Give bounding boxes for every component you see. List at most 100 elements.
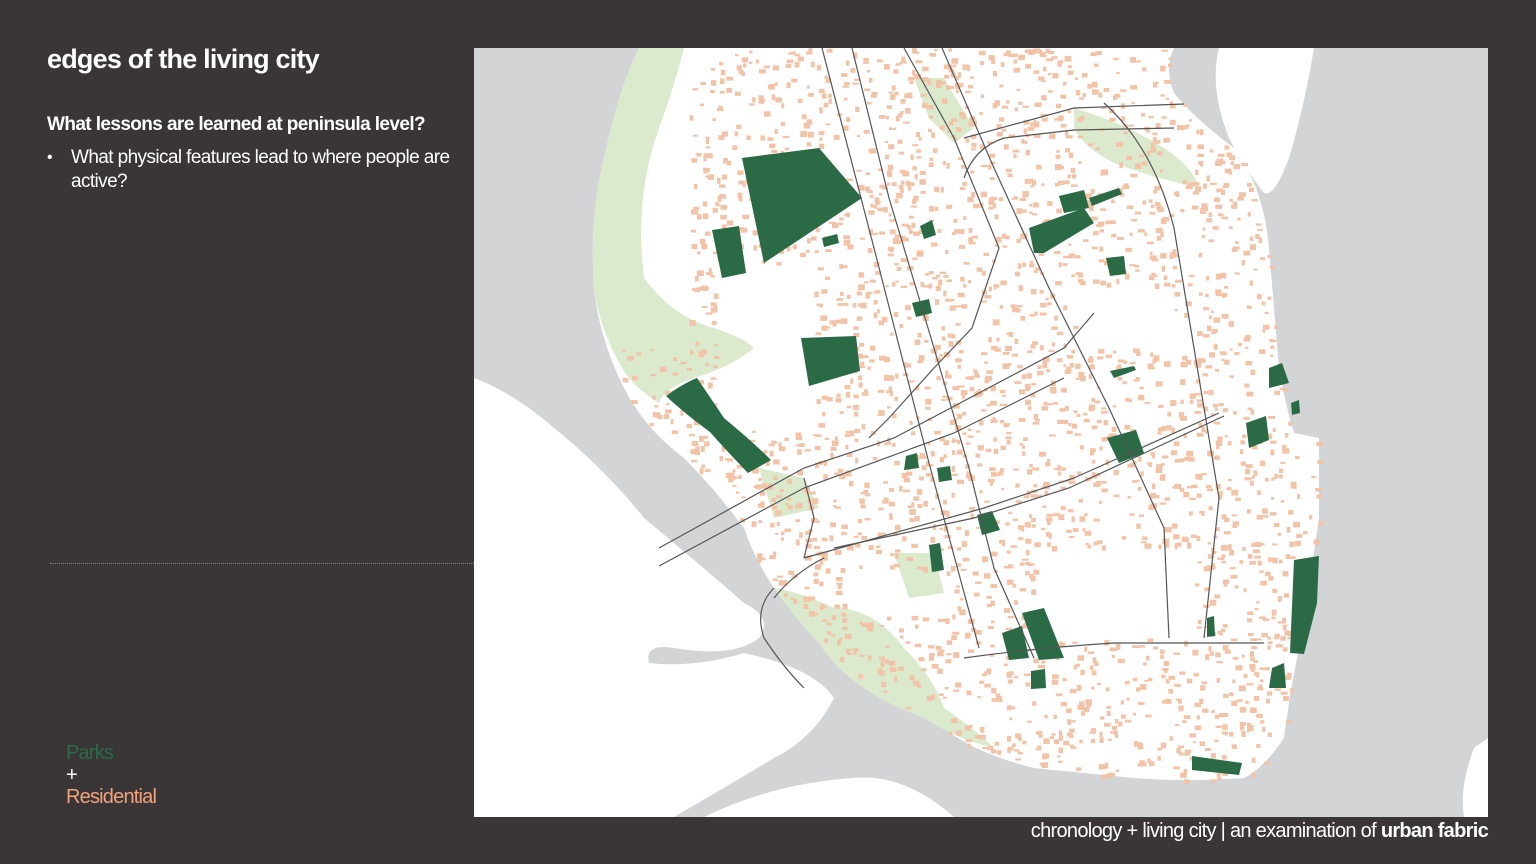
residential-building (1184, 640, 1188, 647)
residential-building (1137, 763, 1143, 767)
residential-building (1100, 208, 1107, 211)
residential-building (846, 117, 851, 122)
residential-building (951, 635, 957, 641)
residential-building (906, 180, 910, 186)
residential-building (813, 578, 819, 585)
residential-building (1154, 185, 1161, 191)
residential-building (890, 229, 896, 235)
residential-building (955, 127, 962, 132)
residential-building (1161, 700, 1166, 704)
residential-building (1290, 691, 1294, 694)
residential-building (1208, 389, 1214, 396)
residential-building (686, 423, 693, 429)
residential-building (873, 300, 878, 305)
residential-building (1027, 350, 1033, 354)
residential-building (1232, 657, 1239, 660)
residential-building (1105, 220, 1110, 225)
residential-building (1058, 735, 1063, 741)
residential-building (1085, 542, 1089, 546)
residential-building (1270, 449, 1275, 456)
residential-building (845, 212, 850, 218)
residential-building (1316, 494, 1322, 499)
residential-building (1051, 546, 1057, 552)
residential-building (917, 504, 923, 508)
residential-building (1063, 419, 1068, 423)
residential-building (1159, 169, 1163, 173)
residential-building (1088, 143, 1094, 146)
residential-building (1132, 712, 1137, 716)
residential-building (1040, 527, 1046, 531)
residential-building (947, 299, 952, 302)
residential-building (1201, 426, 1205, 432)
residential-building (1262, 329, 1266, 333)
residential-building (869, 279, 876, 283)
residential-building (1060, 124, 1067, 128)
residential-building (1016, 239, 1021, 243)
residential-building (795, 519, 801, 523)
residential-building (860, 188, 864, 191)
residential-building (890, 565, 895, 570)
residential-building (1204, 747, 1211, 751)
residential-building (990, 583, 998, 589)
residential-building (860, 361, 865, 366)
residential-building (1125, 247, 1132, 253)
residential-building (666, 402, 670, 406)
residential-building (692, 88, 699, 91)
residential-building (690, 459, 697, 463)
residential-building (951, 492, 955, 498)
residential-building (869, 345, 876, 351)
residential-building (1112, 725, 1117, 731)
residential-building (852, 82, 859, 85)
residential-building (1216, 777, 1223, 781)
residential-building (962, 182, 967, 187)
residential-building (983, 252, 990, 256)
residential-building (861, 424, 866, 430)
residential-building (939, 271, 947, 274)
residential-building (874, 197, 880, 203)
residential-building (964, 530, 970, 537)
residential-building (1154, 283, 1160, 290)
residential-building (839, 291, 844, 296)
residential-building (949, 305, 956, 311)
residential-building (1130, 57, 1136, 63)
residential-building (886, 390, 893, 394)
residential-building (1222, 185, 1228, 189)
residential-building (652, 411, 657, 418)
residential-building (1117, 237, 1124, 240)
footer-credit: chronology + living city | an examinatio… (1031, 820, 1489, 843)
residential-building (1243, 673, 1248, 679)
residential-building (1170, 450, 1178, 456)
residential-building (1170, 400, 1177, 406)
residential-building (912, 51, 920, 54)
residential-building (1046, 513, 1053, 517)
residential-building (1075, 255, 1081, 259)
residential-building (944, 535, 951, 539)
residential-building (1134, 211, 1142, 215)
residential-building (1084, 646, 1088, 652)
residential-building (833, 505, 837, 508)
residential-building (1032, 524, 1036, 528)
residential-building (1047, 90, 1053, 93)
residential-building (1060, 94, 1067, 99)
residential-building (1127, 464, 1133, 468)
residential-building (1010, 304, 1016, 308)
residential-building (903, 477, 910, 483)
residential-building (1153, 646, 1158, 650)
residential-building (860, 504, 866, 509)
residential-building (1278, 474, 1283, 479)
residential-building (1009, 717, 1013, 721)
residential-building (822, 93, 827, 99)
residential-building (806, 85, 810, 89)
residential-building (1231, 514, 1237, 517)
residential-building (1201, 473, 1207, 476)
residential-building (1162, 538, 1170, 545)
residential-building (1100, 170, 1104, 176)
residential-building (1029, 463, 1033, 468)
residential-building (1146, 127, 1150, 133)
residential-building (1163, 275, 1168, 280)
residential-building (1157, 756, 1161, 761)
residential-building (795, 504, 802, 509)
residential-building (1205, 276, 1210, 281)
residential-building (865, 291, 873, 295)
residential-building (1045, 298, 1049, 301)
